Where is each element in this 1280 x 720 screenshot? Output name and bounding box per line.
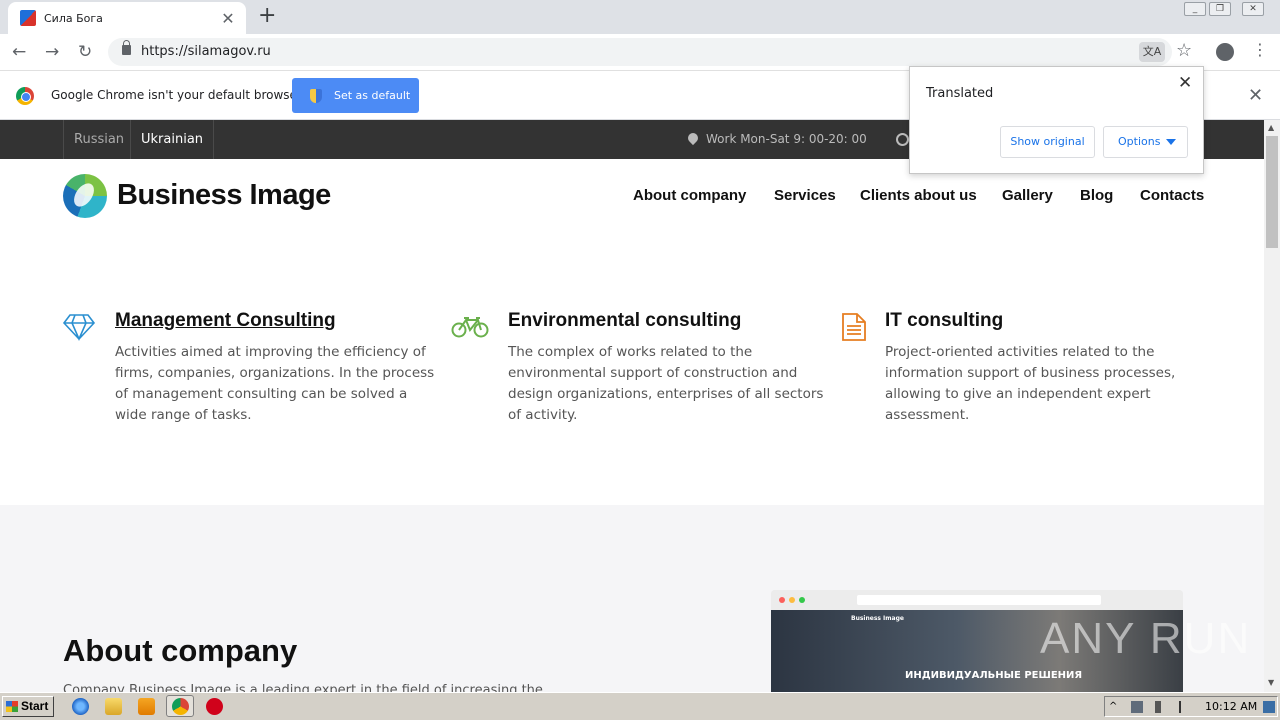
page-scrollbar[interactable]: ▲ ▼ — [1264, 120, 1280, 692]
media-player-icon[interactable] — [138, 698, 155, 715]
windows-taskbar: Start ^ 10:12 AM — [0, 692, 1280, 720]
opera-icon[interactable] — [206, 698, 223, 715]
mockup-browser-bar — [771, 590, 1183, 610]
options-button[interactable]: Options — [1103, 126, 1188, 158]
diamond-icon — [62, 314, 96, 341]
explorer-folder-icon[interactable] — [105, 698, 122, 715]
logo-text[interactable]: Business Image — [117, 179, 331, 212]
show-original-button[interactable]: Show original — [1000, 126, 1095, 158]
options-label: Options — [1118, 135, 1161, 148]
mockup-dot-icon — [779, 597, 785, 603]
menu-kebab-icon[interactable]: ⋮ — [1252, 40, 1268, 59]
service-title[interactable]: Environmental consulting — [508, 310, 741, 332]
tab-close-icon[interactable]: ✕ — [218, 9, 238, 28]
back-arrow-icon[interactable]: ← — [12, 42, 26, 62]
chrome-icon — [172, 698, 189, 715]
set-default-label: Set as default — [334, 89, 411, 102]
service-description: Project-oriented activities related to t… — [885, 344, 1176, 423]
tray-expand-icon[interactable]: ^ — [1109, 701, 1121, 713]
logo-icon[interactable] — [63, 174, 107, 218]
language-ukrainian[interactable]: Ukrainian — [130, 120, 215, 159]
system-tray: ^ 10:12 AM — [1104, 696, 1278, 717]
infobar-message: Google Chrome isn't your default browser — [51, 88, 302, 102]
address-bar[interactable]: https://silamagov.ru — [108, 38, 1172, 66]
about-title: About company — [63, 633, 298, 668]
nav-clients[interactable]: Clients about us — [860, 187, 977, 204]
url-text[interactable]: https://silamagov.ru — [141, 44, 271, 59]
network-icon[interactable] — [1131, 701, 1143, 713]
mockup-brand: Business Image — [851, 615, 904, 622]
bicycle-icon — [451, 317, 489, 338]
service-title[interactable]: IT consulting — [885, 310, 1003, 332]
document-icon — [842, 313, 866, 341]
nav-about-company[interactable]: About company — [633, 187, 746, 204]
forward-arrow-icon[interactable]: → — [45, 42, 59, 62]
nav-blog[interactable]: Blog — [1080, 187, 1113, 204]
volume-icon[interactable] — [1155, 701, 1167, 713]
uac-shield-icon — [310, 88, 322, 103]
about-text: Company Business Image is a leading expe… — [63, 683, 543, 692]
service-title[interactable]: Management Consulting — [115, 310, 336, 332]
scroll-up-icon[interactable]: ▲ — [1268, 123, 1274, 132]
nav-contacts[interactable]: Contacts — [1140, 187, 1204, 204]
nav-services[interactable]: Services — [774, 187, 836, 204]
working-hours: Work Mon-Sat 9: 00-20: 00 — [685, 130, 867, 146]
map-pin-icon — [685, 130, 701, 146]
scroll-thumb[interactable] — [1266, 136, 1278, 248]
tab-title: Сила Бога — [44, 11, 103, 25]
windows-logo-icon — [6, 701, 18, 712]
language-russian[interactable]: Russian — [63, 120, 134, 159]
set-default-button[interactable]: Set as default — [292, 78, 419, 113]
action-center-flag-icon[interactable] — [1179, 701, 1191, 713]
scroll-down-icon[interactable]: ▼ — [1268, 678, 1274, 687]
reload-icon[interactable]: ↻ — [78, 42, 92, 62]
working-hours-text: Work Mon-Sat 9: 00-20: 00 — [706, 132, 867, 146]
new-tab-button[interactable]: + — [258, 5, 276, 27]
mockup-dot-icon — [789, 597, 795, 603]
chrome-logo-icon — [16, 87, 34, 105]
translate-icon[interactable]: 文A — [1139, 42, 1165, 62]
web-page: Russian Ukrainian Work Mon-Sat 9: 00-20:… — [0, 120, 1264, 692]
show-desktop-icon[interactable] — [1263, 701, 1275, 713]
mockup-dot-icon — [799, 597, 805, 603]
restore-window-button[interactable]: ❐ — [1209, 2, 1231, 16]
bookmark-star-icon[interactable]: ☆ — [1176, 40, 1192, 61]
translate-popup-close-icon[interactable]: ✕ — [1178, 73, 1192, 93]
clock-icon — [896, 133, 909, 146]
close-window-button[interactable]: ✕ — [1242, 2, 1264, 16]
caret-down-icon — [1166, 139, 1176, 145]
service-description: The complex of works related to the envi… — [508, 344, 824, 423]
service-description: Activities aimed at improving the effici… — [115, 344, 435, 423]
infobar-close-icon[interactable]: ✕ — [1248, 85, 1263, 106]
tab-strip: Сила Бога ✕ + _ ❐ ✕ — [0, 0, 1280, 34]
start-label: Start — [21, 699, 49, 713]
minimize-window-button[interactable]: _ — [1184, 2, 1206, 16]
translate-popup: Translated ✕ Show original Options — [909, 66, 1204, 174]
mockup-url-bar — [857, 595, 1101, 605]
internet-explorer-icon[interactable] — [72, 698, 89, 715]
site-favicon-icon — [20, 10, 36, 26]
mockup-heading: ИНДИВИДУАЛЬНЫЕ РЕШЕНИЯ — [905, 670, 1083, 681]
translate-popup-title: Translated — [926, 86, 994, 101]
lock-icon[interactable] — [122, 40, 131, 55]
browser-tab[interactable]: Сила Бога ✕ — [8, 2, 246, 34]
nav-gallery[interactable]: Gallery — [1002, 187, 1053, 204]
start-button[interactable]: Start — [2, 696, 54, 717]
watermark: ANY RUN — [1040, 614, 1252, 663]
profile-icon[interactable] — [1216, 43, 1234, 61]
taskbar-clock[interactable]: 10:12 AM — [1205, 700, 1257, 713]
